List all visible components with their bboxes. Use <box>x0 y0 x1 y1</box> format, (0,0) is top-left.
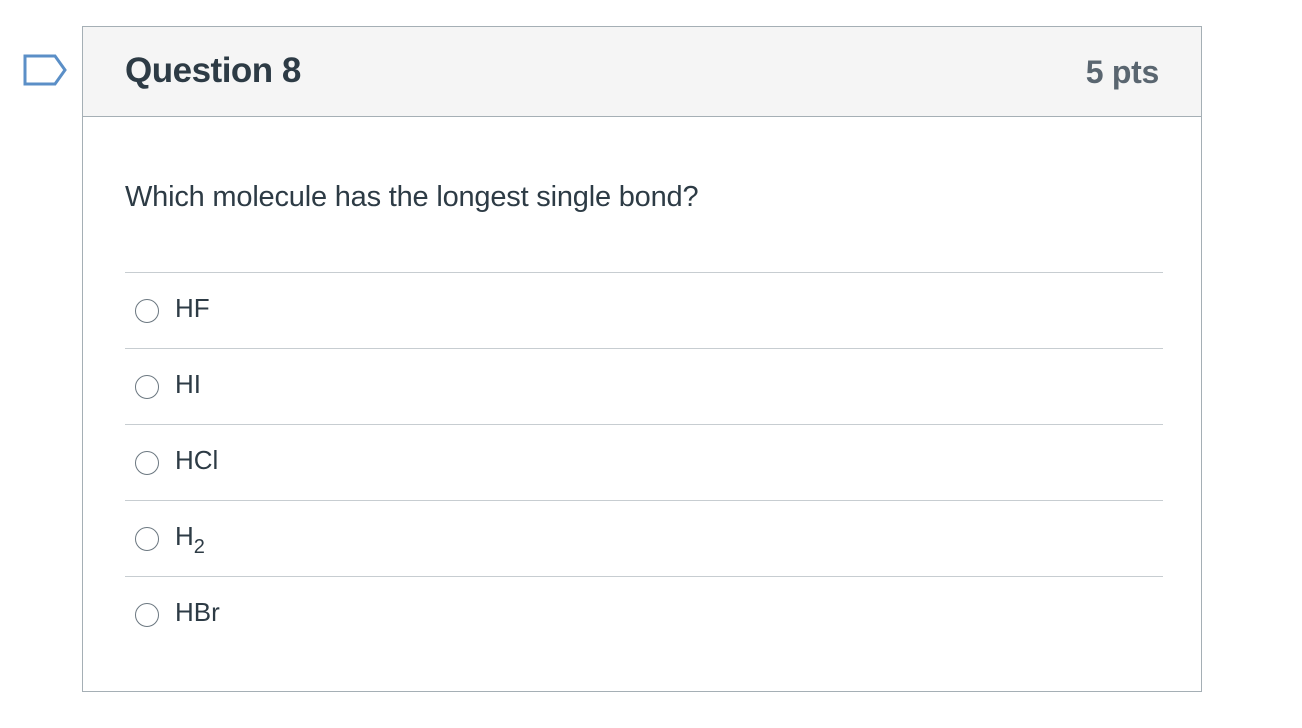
flag-question-icon[interactable] <box>23 54 67 88</box>
question-header: Question 8 5 pts <box>83 27 1201 117</box>
answer-label: HCl <box>175 445 219 475</box>
answer-label: HBr <box>175 597 220 627</box>
question-card: Question 8 5 pts Which molecule has the … <box>82 26 1202 692</box>
radio-button[interactable] <box>135 299 159 323</box>
answer-option-hbr[interactable]: HBr <box>125 576 1163 652</box>
question-text: Which molecule has the longest single bo… <box>125 181 699 213</box>
radio-button[interactable] <box>135 451 159 475</box>
radio-button[interactable] <box>135 375 159 399</box>
answer-label: HI <box>175 369 201 399</box>
answer-option-h2[interactable]: H2 <box>125 500 1163 576</box>
answer-subscript: 2 <box>193 536 205 558</box>
answer-option-hf[interactable]: HF <box>125 272 1163 348</box>
answer-list: HF HI HCl H2 HBr <box>125 272 1163 652</box>
question-title: Question 8 <box>125 51 301 90</box>
radio-button[interactable] <box>135 527 159 551</box>
answer-label: H2 <box>175 521 205 558</box>
answer-option-hi[interactable]: HI <box>125 348 1163 424</box>
answer-option-hcl[interactable]: HCl <box>125 424 1163 500</box>
question-points: 5 pts <box>1085 54 1160 90</box>
radio-button[interactable] <box>135 603 159 627</box>
answer-label: HF <box>175 293 210 323</box>
